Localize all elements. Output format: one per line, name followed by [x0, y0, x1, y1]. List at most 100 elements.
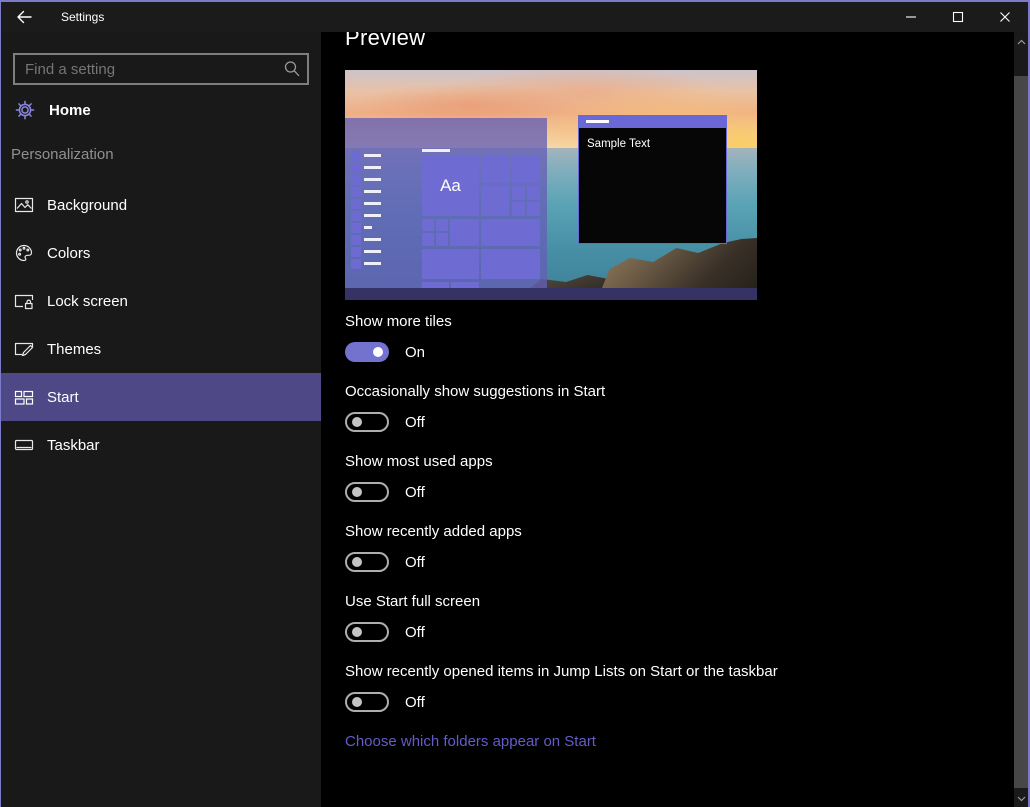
choose-folders-link[interactable]: Choose which folders appear on Start [345, 733, 596, 750]
chevron-up-icon [1017, 39, 1026, 45]
toggle-most-used[interactable] [345, 482, 389, 502]
sidebar-item-lock-screen[interactable]: Lock screen [1, 277, 321, 325]
preview-tile [481, 249, 540, 279]
scrollbar-up-arrow[interactable] [1014, 34, 1028, 50]
preview-tile [422, 233, 434, 246]
preview-tile [422, 249, 479, 279]
toggle-knob [352, 557, 362, 567]
preview-sample-window-body: Sample Text [578, 128, 727, 244]
palette-icon [14, 243, 34, 263]
preview-rail-tile [351, 211, 361, 221]
preview-rail-line [364, 154, 381, 157]
sidebar: Home Personalization Background Colors L… [1, 32, 321, 807]
sidebar-item-taskbar[interactable]: Taskbar [1, 421, 321, 469]
preview-rail-line [364, 202, 381, 205]
setting-label-jump-lists: Show recently opened items in Jump Lists… [345, 663, 778, 680]
preview-tile [436, 233, 448, 246]
sidebar-item-label: Start [47, 389, 79, 406]
setting-label-most-used: Show most used apps [345, 453, 493, 470]
search-input[interactable] [15, 61, 277, 78]
preview-rail-tile [351, 223, 361, 233]
preview-rail-line [364, 214, 381, 217]
preview-sample-window-titlebar [578, 115, 727, 128]
sidebar-section-heading: Personalization [11, 146, 114, 163]
preview-tile [512, 186, 525, 200]
toggle-state-jump-lists: Off [405, 694, 425, 711]
toggle-knob [352, 417, 362, 427]
toggle-jump-lists[interactable] [345, 692, 389, 712]
preview-sample-window: Sample Text [578, 115, 727, 244]
preview-rail-tile [351, 199, 361, 209]
taskbar-icon [14, 435, 34, 455]
preview-rail-line [364, 226, 372, 229]
sidebar-item-label: Colors [47, 245, 90, 262]
window-controls [887, 2, 1028, 32]
preview-rail-tile [351, 163, 361, 173]
preview-tile [512, 156, 540, 183]
sidebar-item-label: Background [47, 197, 127, 214]
main-content: Preview Aa [321, 32, 1014, 807]
preview-rail-tile [351, 247, 361, 257]
toggle-suggestions[interactable] [345, 412, 389, 432]
search-icon[interactable] [282, 59, 302, 79]
toggle-knob [373, 347, 383, 357]
toggle-knob [352, 487, 362, 497]
themes-icon [14, 339, 34, 359]
maximize-icon [952, 11, 964, 23]
preview-rail-line [364, 238, 381, 241]
titlebar: Settings [1, 2, 1028, 32]
setting-label-show-more-tiles: Show more tiles [345, 313, 452, 330]
toggle-show-more-tiles[interactable] [345, 342, 389, 362]
toggle-state-most-used: Off [405, 484, 425, 501]
scrollbar-down-arrow[interactable] [1014, 791, 1028, 807]
sidebar-item-label: Taskbar [47, 437, 100, 454]
window-title: Settings [61, 2, 104, 32]
preview-aa-tile: Aa [422, 156, 479, 216]
preview-taskbar [345, 288, 757, 300]
settings-window: Settings [0, 0, 1030, 807]
preview-tile [527, 186, 540, 200]
preview-rail-tile [351, 259, 361, 269]
preview-rail-line [364, 262, 381, 265]
preview-tile [481, 156, 509, 183]
sidebar-home-label: Home [49, 102, 91, 119]
sidebar-item-themes[interactable]: Themes [1, 325, 321, 373]
toggle-state-recently-added: Off [405, 554, 425, 571]
back-arrow-icon [14, 7, 34, 27]
sidebar-item-colors[interactable]: Colors [1, 229, 321, 277]
start-tiles-icon [14, 387, 34, 407]
setting-label-full-screen: Use Start full screen [345, 593, 480, 610]
sidebar-item-home[interactable]: Home [1, 90, 321, 130]
sidebar-item-background[interactable]: Background [1, 181, 321, 229]
preview-tiles-title-line [422, 149, 450, 152]
sidebar-nav: Background Colors Lock screen Themes Sta… [1, 181, 321, 469]
preview-tile [436, 219, 448, 231]
toggle-full-screen[interactable] [345, 622, 389, 642]
setting-label-recently-added: Show recently added apps [345, 523, 522, 540]
preview-sample-text: Sample Text [587, 138, 650, 150]
toggle-state-suggestions: Off [405, 414, 425, 431]
back-button[interactable] [1, 2, 47, 32]
toggle-recently-added[interactable] [345, 552, 389, 572]
preview-rail-line [364, 250, 381, 253]
sidebar-item-label: Themes [47, 341, 101, 358]
sidebar-item-label: Lock screen [47, 293, 128, 310]
sidebar-item-start[interactable]: Start [1, 373, 321, 421]
setting-label-suggestions: Occasionally show suggestions in Start [345, 383, 605, 400]
preview-rail-line [364, 178, 381, 181]
preview-tile [512, 202, 525, 216]
minimize-button[interactable] [887, 2, 934, 32]
page-title: Preview [345, 32, 425, 51]
preview-tile [450, 219, 479, 246]
maximize-button[interactable] [934, 2, 981, 32]
lock-screen-icon [14, 291, 34, 311]
preview-tile [422, 219, 434, 231]
minimize-icon [905, 11, 917, 23]
close-button[interactable] [981, 2, 1028, 32]
scrollbar-thumb[interactable] [1014, 76, 1028, 788]
preview-rail-tile [351, 235, 361, 245]
search-box[interactable] [13, 53, 309, 85]
start-preview-image: Aa [345, 70, 757, 300]
preview-rail-tile [351, 175, 361, 185]
scrollbar[interactable] [1014, 32, 1028, 807]
